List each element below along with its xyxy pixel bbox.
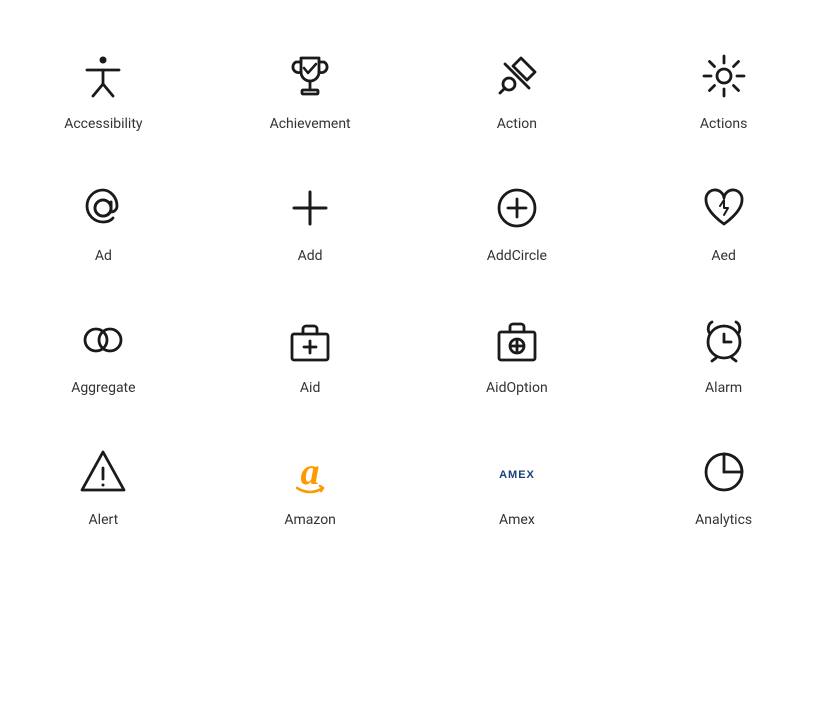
aid-icon bbox=[284, 314, 336, 366]
icon-cell-aggregate[interactable]: Aggregate bbox=[0, 284, 207, 416]
addcircle-icon bbox=[491, 182, 543, 234]
analytics-label: Analytics bbox=[695, 512, 752, 528]
icon-cell-action[interactable]: Action bbox=[414, 20, 621, 152]
icon-cell-aed[interactable]: Aed bbox=[620, 152, 827, 284]
icon-cell-addcircle[interactable]: AddCircle bbox=[414, 152, 621, 284]
addcircle-label: AddCircle bbox=[487, 248, 547, 264]
aidoption-icon bbox=[491, 314, 543, 366]
aggregate-icon bbox=[77, 314, 129, 366]
icon-cell-amazon[interactable]: a Amazon bbox=[207, 416, 414, 548]
icon-cell-aid[interactable]: Aid bbox=[207, 284, 414, 416]
analytics-icon bbox=[698, 446, 750, 498]
add-icon bbox=[284, 182, 336, 234]
alarm-label: Alarm bbox=[705, 380, 742, 396]
accessibility-label: Accessibility bbox=[64, 116, 142, 132]
icon-cell-aidoption[interactable]: AidOption bbox=[414, 284, 621, 416]
icon-cell-ad[interactable]: Ad bbox=[0, 152, 207, 284]
ad-label: Ad bbox=[95, 248, 112, 264]
alert-label: Alert bbox=[89, 512, 119, 528]
action-icon bbox=[491, 50, 543, 102]
icon-cell-amex[interactable]: AMEX Amex bbox=[414, 416, 621, 548]
actions-label: Actions bbox=[700, 116, 747, 132]
ad-icon bbox=[77, 182, 129, 234]
aidoption-label: AidOption bbox=[486, 380, 548, 396]
action-label: Action bbox=[497, 116, 537, 132]
svg-text:a: a bbox=[301, 451, 320, 493]
aggregate-label: Aggregate bbox=[71, 380, 135, 396]
accessibility-icon bbox=[77, 50, 129, 102]
icon-cell-actions[interactable]: Actions bbox=[620, 20, 827, 152]
icon-cell-add[interactable]: Add bbox=[207, 152, 414, 284]
svg-text:AMEX: AMEX bbox=[499, 469, 535, 481]
achievement-icon bbox=[284, 50, 336, 102]
achievement-label: Achievement bbox=[270, 116, 351, 132]
amex-icon: AMEX bbox=[491, 446, 543, 498]
aid-label: Aid bbox=[300, 380, 320, 396]
alert-icon bbox=[77, 446, 129, 498]
add-label: Add bbox=[298, 248, 323, 264]
icon-cell-accessibility[interactable]: Accessibility bbox=[0, 20, 207, 152]
icon-grid: Accessibility Achievement bbox=[0, 0, 827, 568]
alarm-icon bbox=[698, 314, 750, 366]
icon-cell-alarm[interactable]: Alarm bbox=[620, 284, 827, 416]
amazon-icon: a bbox=[284, 446, 336, 498]
actions-icon bbox=[698, 50, 750, 102]
aed-label: Aed bbox=[711, 248, 735, 264]
aed-icon bbox=[698, 182, 750, 234]
amex-label: Amex bbox=[499, 512, 535, 528]
icon-cell-alert[interactable]: Alert bbox=[0, 416, 207, 548]
amazon-label: Amazon bbox=[284, 512, 336, 528]
icon-cell-achievement[interactable]: Achievement bbox=[207, 20, 414, 152]
icon-cell-analytics[interactable]: Analytics bbox=[620, 416, 827, 548]
